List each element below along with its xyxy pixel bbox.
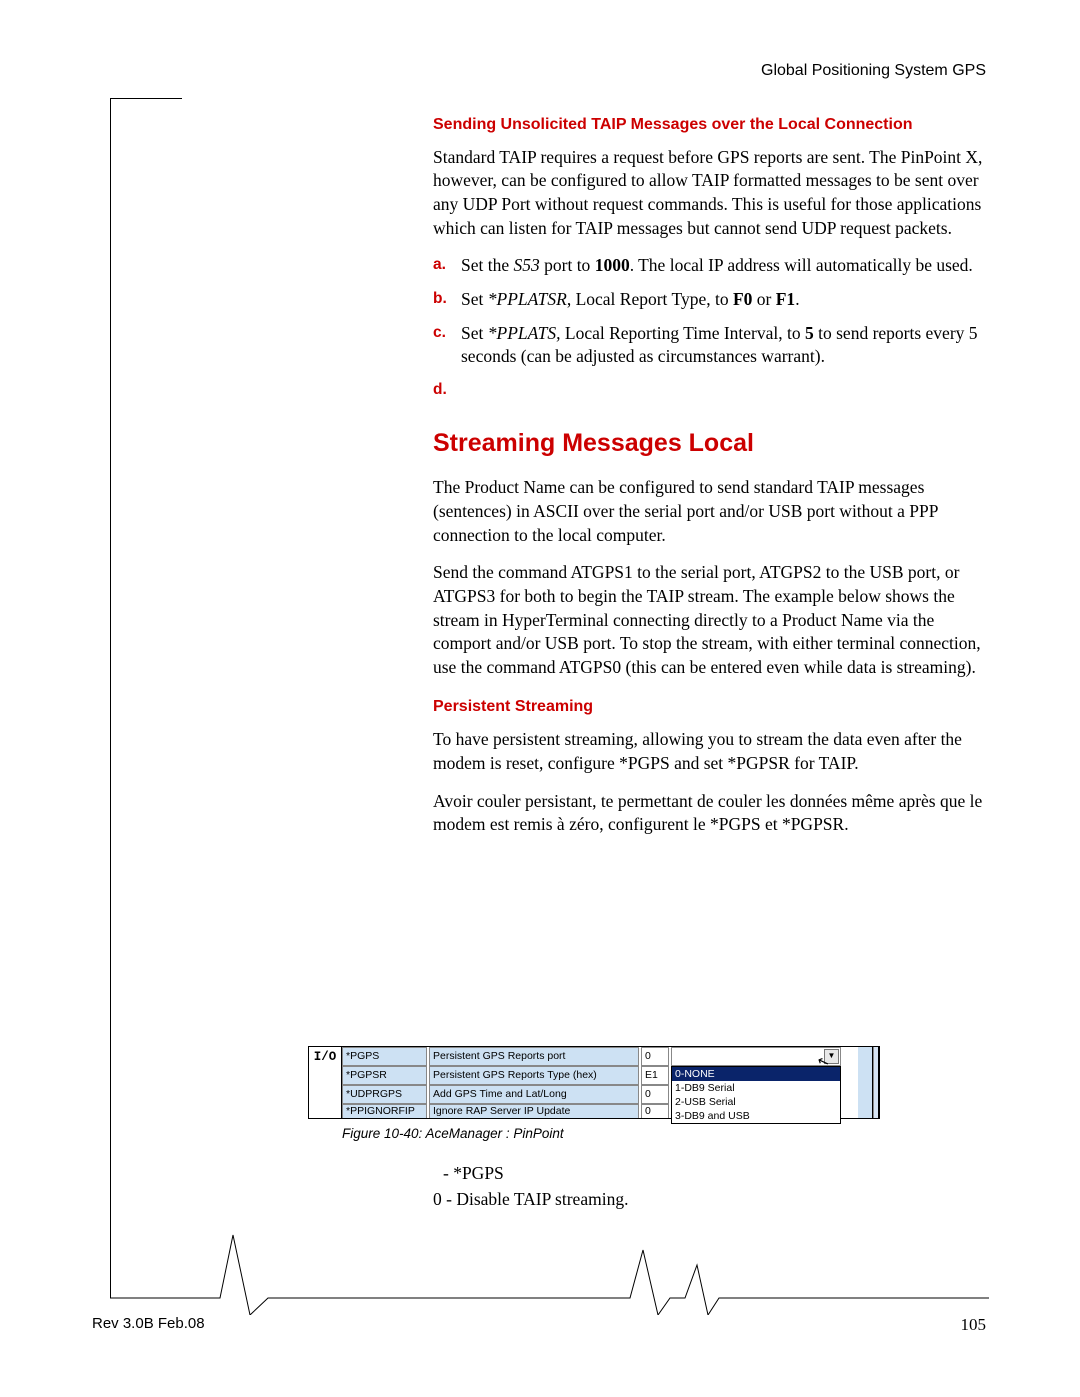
body-paragraph: Send the command ATGPS1 to the serial po… (433, 561, 988, 679)
param-new-value-combo[interactable]: ▼ (671, 1047, 841, 1066)
step-marker: c. (433, 322, 461, 369)
body-paragraph: The Product Name can be configured to se… (433, 476, 988, 547)
step-marker: b. (433, 288, 461, 312)
combo-dropdown[interactable]: 0-NONE 1-DB9 Serial 2-USB Serial 3-DB9 a… (671, 1066, 841, 1124)
param-name: *PGPS (342, 1047, 427, 1066)
waveform-decoration (110, 1215, 989, 1315)
screenshot-side-column (858, 1047, 873, 1118)
param-value: E1 (641, 1066, 669, 1085)
subsection-heading-persistent: Persistent Streaming (433, 697, 988, 718)
param-name: *PPIGNORFIP (342, 1104, 427, 1118)
frame-rule-top (110, 98, 182, 99)
body-paragraph: Avoir couler persistant, te permettant d… (433, 790, 988, 837)
param-name: *PGPSR (342, 1066, 427, 1085)
page-number: 105 (961, 1314, 987, 1337)
combo-option[interactable]: 3-DB9 and USB (672, 1109, 840, 1123)
io-column-label: I/O (309, 1047, 342, 1118)
param-desc: Persistent GPS Reports port (429, 1047, 639, 1066)
running-header: Global Positioning System GPS (761, 60, 986, 82)
combo-option[interactable]: 2-USB Serial (672, 1095, 840, 1109)
config-row[interactable]: *PGPS Persistent GPS Reports port 0 ▼ (342, 1047, 858, 1066)
param-value: 0 (641, 1047, 669, 1066)
list-line: 0 - Disable TAIP streaming. (433, 1188, 988, 1212)
step-marker: a. (433, 254, 461, 278)
step-marker: d. (433, 379, 461, 401)
param-desc: Persistent GPS Reports Type (hex) (429, 1066, 639, 1085)
step-d: d. (433, 379, 988, 401)
step-a: a. Set the S53 port to 1000. The local I… (433, 254, 988, 278)
combo-option[interactable]: 0-NONE (672, 1067, 840, 1081)
figure-caption: Figure 10-40: AceManager : PinPoint (342, 1125, 880, 1143)
body-paragraph: Standard TAIP requires a request before … (433, 146, 988, 241)
chevron-down-icon[interactable]: ▼ (824, 1049, 839, 1064)
param-value: 0 (641, 1104, 669, 1118)
section-heading-streaming: Streaming Messages Local (433, 427, 988, 461)
step-c: c. Set *PPLATS, Local Reporting Time Int… (433, 322, 988, 369)
param-desc: Add GPS Time and Lat/Long (429, 1085, 639, 1104)
subsection-heading-taip: Sending Unsolicited TAIP Messages over t… (433, 115, 988, 136)
ordered-steps: a. Set the S53 port to 1000. The local I… (433, 254, 988, 400)
param-desc: Ignore RAP Server IP Update (429, 1104, 639, 1118)
step-b: b. Set *PPLATSR, Local Report Type, to F… (433, 288, 988, 312)
frame-rule-vertical (110, 98, 111, 1298)
param-name: *UDPRGPS (342, 1085, 427, 1104)
acemanager-screenshot: I/O *PGPS Persistent GPS Reports port 0 … (308, 1046, 880, 1143)
list-line: - *PGPS (433, 1162, 988, 1186)
param-value: 0 (641, 1085, 669, 1104)
body-paragraph: To have persistent streaming, allowing y… (433, 728, 988, 775)
combo-option[interactable]: 1-DB9 Serial (672, 1081, 840, 1095)
screenshot-edge (873, 1047, 879, 1118)
footer-revision: Rev 3.0B Feb.08 (92, 1314, 205, 1334)
